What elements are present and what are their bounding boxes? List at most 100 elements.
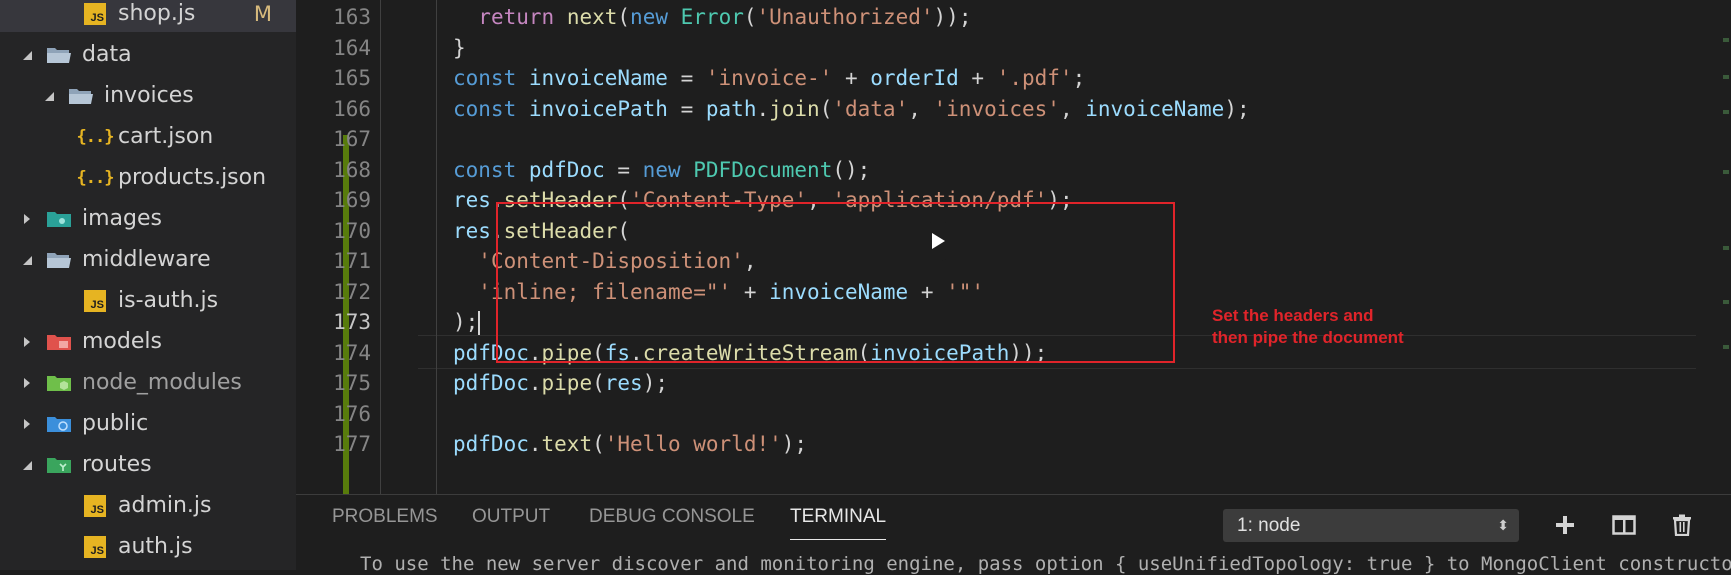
code-line[interactable]: 166 const invoicePath = path.join('data',… — [296, 92, 1696, 126]
code-token: invoiceName — [1085, 97, 1225, 121]
code-line[interactable]: 177 pdfDoc.text('Hello world!'); — [296, 427, 1696, 461]
chevron-down-icon[interactable] — [18, 456, 36, 474]
chevron-down-icon[interactable] — [18, 251, 36, 269]
tree-item-label: public — [82, 411, 149, 436]
tree-item-label: data — [82, 42, 132, 67]
chevron-right-icon[interactable] — [18, 374, 36, 392]
tab-debug-console[interactable]: DEBUG CONSOLE — [589, 495, 755, 539]
code-token: ); — [781, 432, 808, 456]
tree-item-is-auth-js[interactable]: JS is-auth.js — [0, 283, 296, 319]
code-token: path — [705, 97, 757, 121]
play-icon — [932, 233, 945, 249]
code-line[interactable]: 168 const pdfDoc = new PDFDocument(); — [296, 153, 1696, 187]
code-token: . — [756, 97, 770, 121]
code-token: next — [566, 5, 618, 29]
javascript-file-icon: JS — [82, 494, 108, 518]
code-text: const invoicePath = path.join('data', 'i… — [453, 92, 1250, 126]
code-token: new — [630, 5, 668, 29]
code-line[interactable]: 167 — [296, 122, 1696, 156]
tree-item-label: routes — [82, 452, 152, 477]
tab-output[interactable]: OUTPUT — [472, 495, 550, 539]
tree-item-label: shop.js — [118, 1, 196, 26]
chevron-right-icon[interactable] — [18, 210, 36, 228]
javascript-file-icon: JS — [82, 289, 108, 313]
line-number: 176 — [333, 402, 371, 426]
tab-terminal[interactable]: TERMINAL — [790, 495, 887, 540]
tree-item-admin-js[interactable]: JS admin.js — [0, 488, 296, 524]
bottom-panel: PROBLEMS OUTPUT DEBUG CONSOLE TERMINAL 1… — [296, 494, 1731, 575]
code-token: 'data' — [832, 97, 909, 121]
folder-open-icon — [46, 248, 72, 272]
code-token: , — [908, 97, 934, 121]
tree-item-images[interactable]: images — [0, 201, 296, 237]
tree-item-models[interactable]: models — [0, 324, 296, 360]
tree-item-node-modules[interactable]: node_modules — [0, 365, 296, 401]
code-text: pdfDoc.text('Hello world!'); — [453, 427, 807, 461]
terminal-selector-value: 1: node — [1237, 515, 1301, 536]
code-line[interactable]: 163 return next(new Error('Unauthorized'… — [296, 0, 1696, 34]
tree-item-label: cart.json — [118, 124, 214, 149]
tree-item-middleware[interactable]: middleware — [0, 242, 296, 278]
tree-item-label: products.json — [118, 165, 267, 190]
code-token: '.pdf' — [996, 66, 1073, 90]
code-token: new — [642, 158, 681, 182]
tree-item-auth-js[interactable]: JS auth.js — [0, 529, 296, 565]
tree-item-cart-json[interactable]: {..} cart.json — [0, 119, 296, 155]
code-token: invoiceName — [528, 66, 668, 90]
code-token: return — [478, 5, 555, 29]
terminal-selector[interactable]: 1: node ⬍ — [1223, 509, 1519, 542]
chevron-right-icon[interactable] — [18, 415, 36, 433]
code-token: ); — [1224, 97, 1250, 121]
javascript-file-icon: JS — [82, 2, 108, 26]
line-number: 171 — [333, 249, 371, 273]
tree-item-invoices[interactable]: invoices — [0, 78, 296, 114]
code-token: PDFDocument — [693, 158, 833, 182]
split-terminal-button[interactable] — [1608, 509, 1640, 541]
code-token: (); — [832, 158, 871, 182]
code-token: ( — [743, 5, 757, 29]
code-text: pdfDoc.pipe(res); — [453, 366, 668, 400]
code-line[interactable]: 176 — [296, 397, 1696, 431]
line-number: 177 — [333, 432, 371, 456]
chevron-right-icon[interactable] — [18, 333, 36, 351]
code-token: res — [604, 371, 643, 395]
chevron-down-icon[interactable] — [40, 87, 58, 105]
overview-ruler[interactable] — [1719, 0, 1731, 494]
code-line[interactable]: 175 pdfDoc.pipe(res); — [296, 366, 1696, 400]
tree-item-shop-js[interactable]: JS shop.js M — [0, 0, 296, 32]
code-token: join — [769, 97, 820, 121]
javascript-file-icon: JS — [82, 535, 108, 559]
kill-terminal-button[interactable] — [1666, 509, 1698, 541]
git-modified-badge: M — [253, 2, 272, 26]
tree-item-label: images — [82, 206, 162, 231]
folder-node-modules-icon — [46, 371, 72, 395]
code-token: } — [453, 36, 466, 60]
tree-item-label: admin.js — [118, 493, 212, 518]
code-line[interactable]: 164} — [296, 31, 1696, 65]
code-line[interactable]: 165 const invoiceName = 'invoice-' + orde… — [296, 61, 1696, 95]
chevron-down-icon[interactable] — [18, 46, 36, 64]
tree-item-data[interactable]: data — [0, 37, 296, 73]
folder-public-icon — [46, 412, 72, 436]
code-text: const invoiceName = 'invoice-' + orderId… — [453, 61, 1085, 95]
tree-item-routes[interactable]: routes — [0, 447, 296, 483]
code-token: )); — [933, 5, 972, 29]
code-token: . — [528, 432, 542, 456]
code-token: orderId — [870, 66, 959, 90]
code-text: return next(new Error('Unauthorized')); — [453, 0, 971, 34]
tree-item-public[interactable]: public — [0, 406, 296, 442]
new-terminal-button[interactable] — [1549, 509, 1581, 541]
code-text: ); — [453, 305, 481, 339]
tree-item-products-json[interactable]: {..} products.json — [0, 160, 296, 196]
code-token: const — [453, 66, 517, 90]
code-token: pipe — [541, 371, 593, 395]
code-token: = — [604, 158, 643, 182]
tab-problems[interactable]: PROBLEMS — [332, 495, 438, 539]
terminal-output[interactable]: To use the new server discover and monit… — [360, 553, 1731, 575]
video-play-button[interactable] — [918, 221, 958, 261]
